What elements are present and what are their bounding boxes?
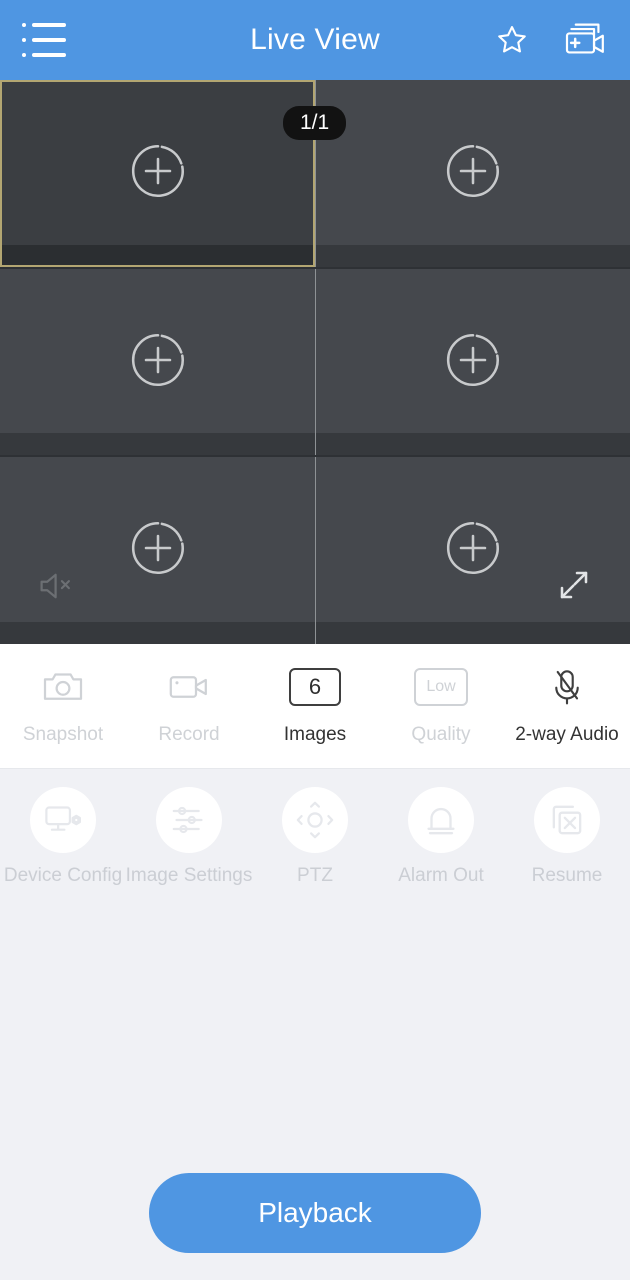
quality-level-badge: Low	[414, 666, 468, 708]
footer-bar: Playback	[0, 1145, 630, 1280]
cell-bottom-strip	[0, 433, 315, 456]
app-header: Live View	[0, 0, 630, 80]
cell-bottom-strip	[316, 244, 630, 267]
microphone-muted-icon	[549, 666, 585, 708]
tool-snapshot[interactable]: Snapshot	[0, 666, 126, 746]
tool-label: Images	[283, 724, 347, 745]
playback-button[interactable]: Playback	[149, 1172, 481, 1253]
video-cell-6[interactable]	[315, 457, 630, 645]
add-channel-icon	[128, 518, 188, 583]
alarm-siren-icon	[408, 787, 474, 853]
video-grid-row	[0, 266, 630, 456]
tool-label: Device Config	[3, 865, 123, 886]
header-right-group	[494, 21, 608, 59]
tool-label: Snapshot	[22, 724, 104, 745]
images-count-badge: 6	[289, 666, 341, 708]
tool-label: PTZ	[297, 865, 333, 886]
add-channel-icon	[443, 141, 503, 206]
primary-toolbar: Snapshot Record 6 Images Low Quality 2-w…	[0, 644, 630, 769]
tool-label: Resume	[531, 865, 603, 886]
add-camera-icon[interactable]	[564, 21, 608, 59]
star-icon[interactable]	[494, 22, 530, 58]
video-cell-3[interactable]	[0, 268, 315, 456]
tool-images[interactable]: 6 Images	[252, 666, 378, 746]
images-count-value: 6	[289, 668, 341, 706]
cell-bottom-strip	[0, 622, 315, 645]
video-cell-1[interactable]	[0, 80, 315, 267]
video-cell-5[interactable]	[0, 457, 315, 645]
tool-label: Record	[158, 724, 220, 745]
stacked-pages-x-icon	[534, 787, 600, 853]
tool-two-way-audio[interactable]: 2-way Audio	[504, 666, 630, 746]
fullscreen-expand-icon[interactable]	[556, 567, 592, 608]
add-channel-icon	[128, 330, 188, 395]
list-menu-icon[interactable]	[22, 23, 66, 57]
add-channel-icon	[443, 330, 503, 395]
video-cell-4[interactable]	[315, 268, 630, 456]
tool-label: 2-way Audio	[515, 724, 619, 745]
tool-image-settings[interactable]: Image Settings	[126, 787, 252, 887]
quality-level-value: Low	[414, 668, 468, 706]
tool-label: Quality	[411, 724, 471, 745]
tool-label: Alarm Out	[398, 865, 484, 886]
monitor-gear-icon	[30, 787, 96, 853]
ptz-dpad-icon	[282, 787, 348, 853]
tool-label: Image Settings	[125, 865, 253, 886]
camera-icon	[42, 666, 84, 708]
tool-ptz[interactable]: PTZ	[252, 787, 378, 887]
page-indicator-badge: 1/1	[283, 106, 347, 140]
video-camera-icon	[168, 666, 210, 708]
secondary-toolbar: Device Config Image Settings PTZ Alarm O…	[0, 769, 630, 924]
add-channel-icon	[128, 141, 188, 206]
tool-device-config[interactable]: Device Config	[0, 787, 126, 887]
cell-bottom-strip	[0, 244, 315, 267]
sliders-icon	[156, 787, 222, 853]
add-channel-icon	[443, 518, 503, 583]
cell-bottom-strip	[316, 622, 630, 645]
live-view-screen: Live View 1/1 Snapshot Record 6 Images L…	[0, 0, 630, 1280]
video-grid: 1/1	[0, 80, 630, 645]
tool-record[interactable]: Record	[126, 666, 252, 746]
video-cell-2[interactable]	[315, 80, 630, 267]
content-spacer	[0, 924, 630, 1145]
tool-quality[interactable]: Low Quality	[378, 666, 504, 746]
cell-bottom-strip	[316, 433, 630, 456]
tool-alarm-out[interactable]: Alarm Out	[378, 787, 504, 887]
tool-resume[interactable]: Resume	[504, 787, 630, 887]
video-grid-row	[0, 455, 630, 645]
header-left-group	[22, 23, 66, 57]
speaker-muted-icon[interactable]	[36, 569, 78, 608]
